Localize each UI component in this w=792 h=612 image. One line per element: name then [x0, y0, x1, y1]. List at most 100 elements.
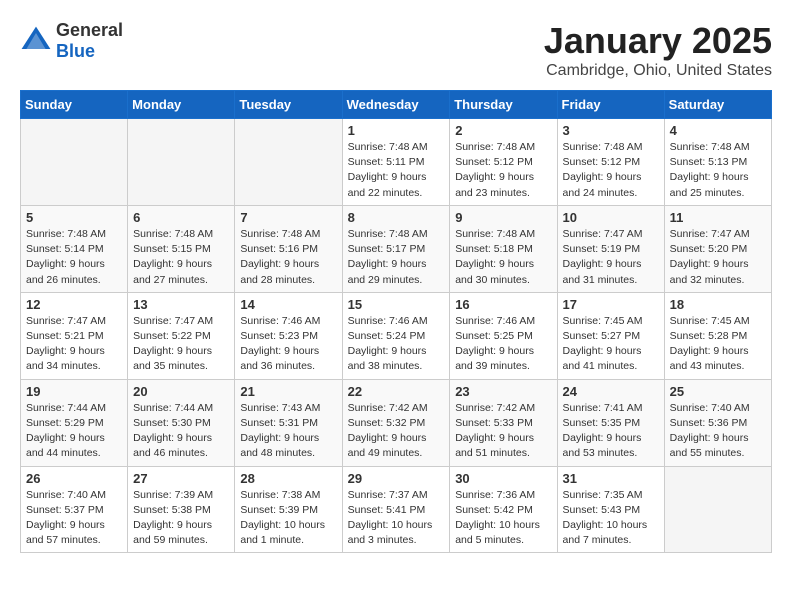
day-number: 22 — [348, 384, 445, 399]
calendar-table: SundayMondayTuesdayWednesdayThursdayFrid… — [20, 90, 772, 553]
day-number: 5 — [26, 210, 122, 225]
calendar-cell: 4 Sunrise: 7:48 AM Sunset: 5:13 PM Daylig… — [664, 119, 771, 206]
page-header: General Blue January 2025 Cambridge, Ohi… — [20, 20, 772, 80]
day-info: Sunrise: 7:48 AM Sunset: 5:16 PM Dayligh… — [240, 227, 336, 288]
day-info: Sunrise: 7:43 AM Sunset: 5:31 PM Dayligh… — [240, 401, 336, 462]
day-number: 30 — [455, 471, 551, 486]
day-info: Sunrise: 7:45 AM Sunset: 5:27 PM Dayligh… — [563, 314, 659, 375]
day-info: Sunrise: 7:47 AM Sunset: 5:21 PM Dayligh… — [26, 314, 122, 375]
logo: General Blue — [20, 20, 123, 62]
calendar-week-row: 5 Sunrise: 7:48 AM Sunset: 5:14 PM Daylig… — [21, 205, 772, 292]
day-number: 14 — [240, 297, 336, 312]
calendar-cell: 10Sunrise: 7:47 AM Sunset: 5:19 PM Dayli… — [557, 205, 664, 292]
day-info: Sunrise: 7:48 AM Sunset: 5:11 PM Dayligh… — [348, 140, 445, 201]
calendar-cell — [664, 466, 771, 553]
calendar-cell: 22 Sunrise: 7:42 AM Sunset: 5:32 PM Dayli… — [342, 379, 450, 466]
day-number: 2 — [455, 123, 551, 138]
day-info: Sunrise: 7:48 AM Sunset: 5:17 PM Dayligh… — [348, 227, 445, 288]
day-number: 10 — [563, 210, 659, 225]
logo-general: General — [56, 20, 123, 40]
day-number: 20 — [133, 384, 229, 399]
calendar-cell: 25Sunrise: 7:40 AM Sunset: 5:36 PM Dayli… — [664, 379, 771, 466]
day-info: Sunrise: 7:41 AM Sunset: 5:35 PM Dayligh… — [563, 401, 659, 462]
calendar-cell: 9Sunrise: 7:48 AM Sunset: 5:18 PM Daylig… — [450, 205, 557, 292]
calendar-cell: 26 Sunrise: 7:40 AM Sunset: 5:37 PM Dayli… — [21, 466, 128, 553]
location-title: Cambridge, Ohio, United States — [544, 62, 772, 80]
day-number: 27 — [133, 471, 229, 486]
day-info: Sunrise: 7:48 AM Sunset: 5:15 PM Dayligh… — [133, 227, 229, 288]
day-info: Sunrise: 7:46 AM Sunset: 5:24 PM Dayligh… — [348, 314, 445, 375]
calendar-week-row: 19 Sunrise: 7:44 AM Sunset: 5:29 PM Dayli… — [21, 379, 772, 466]
month-title: January 2025 — [544, 20, 772, 62]
day-number: 12 — [26, 297, 122, 312]
day-info: Sunrise: 7:47 AM Sunset: 5:22 PM Dayligh… — [133, 314, 229, 375]
calendar-cell: 21 Sunrise: 7:43 AM Sunset: 5:31 PM Dayli… — [235, 379, 342, 466]
day-number: 16 — [455, 297, 551, 312]
day-info: Sunrise: 7:46 AM Sunset: 5:23 PM Dayligh… — [240, 314, 336, 375]
calendar-cell — [21, 119, 128, 206]
calendar-cell: 13 Sunrise: 7:47 AM Sunset: 5:22 PM Dayli… — [128, 292, 235, 379]
day-info: Sunrise: 7:48 AM Sunset: 5:14 PM Dayligh… — [26, 227, 122, 288]
day-header-monday: Monday — [128, 91, 235, 119]
calendar-cell: 28 Sunrise: 7:38 AM Sunset: 5:39 PM Dayli… — [235, 466, 342, 553]
calendar-cell: 14 Sunrise: 7:46 AM Sunset: 5:23 PM Dayli… — [235, 292, 342, 379]
calendar-cell: 3 Sunrise: 7:48 AM Sunset: 5:12 PM Daylig… — [557, 119, 664, 206]
day-info: Sunrise: 7:37 AM Sunset: 5:41 PM Dayligh… — [348, 488, 445, 549]
day-info: Sunrise: 7:48 AM Sunset: 5:12 PM Dayligh… — [455, 140, 551, 201]
day-number: 31 — [563, 471, 659, 486]
day-number: 6 — [133, 210, 229, 225]
day-info: Sunrise: 7:35 AM Sunset: 5:43 PM Dayligh… — [563, 488, 659, 549]
day-number: 9 — [455, 210, 551, 225]
day-info: Sunrise: 7:40 AM Sunset: 5:36 PM Dayligh… — [670, 401, 766, 462]
day-number: 24 — [563, 384, 659, 399]
day-info: Sunrise: 7:45 AM Sunset: 5:28 PM Dayligh… — [670, 314, 766, 375]
day-number: 3 — [563, 123, 659, 138]
day-number: 7 — [240, 210, 336, 225]
calendar-cell: 31 Sunrise: 7:35 AM Sunset: 5:43 PM Dayli… — [557, 466, 664, 553]
day-number: 18 — [670, 297, 766, 312]
day-number: 19 — [26, 384, 122, 399]
day-header-sunday: Sunday — [21, 91, 128, 119]
calendar-cell: 2 Sunrise: 7:48 AM Sunset: 5:12 PM Daylig… — [450, 119, 557, 206]
day-info: Sunrise: 7:44 AM Sunset: 5:30 PM Dayligh… — [133, 401, 229, 462]
day-info: Sunrise: 7:38 AM Sunset: 5:39 PM Dayligh… — [240, 488, 336, 549]
day-info: Sunrise: 7:46 AM Sunset: 5:25 PM Dayligh… — [455, 314, 551, 375]
day-info: Sunrise: 7:48 AM Sunset: 5:12 PM Dayligh… — [563, 140, 659, 201]
day-number: 26 — [26, 471, 122, 486]
day-number: 17 — [563, 297, 659, 312]
day-info: Sunrise: 7:44 AM Sunset: 5:29 PM Dayligh… — [26, 401, 122, 462]
calendar-cell: 8 Sunrise: 7:48 AM Sunset: 5:17 PM Daylig… — [342, 205, 450, 292]
day-number: 15 — [348, 297, 445, 312]
calendar-cell: 18 Sunrise: 7:45 AM Sunset: 5:28 PM Dayli… — [664, 292, 771, 379]
day-info: Sunrise: 7:40 AM Sunset: 5:37 PM Dayligh… — [26, 488, 122, 549]
day-number: 8 — [348, 210, 445, 225]
calendar-cell — [128, 119, 235, 206]
calendar-cell: 11 Sunrise: 7:47 AM Sunset: 5:20 PM Dayli… — [664, 205, 771, 292]
day-info: Sunrise: 7:47 AM Sunset: 5:20 PM Dayligh… — [670, 227, 766, 288]
calendar-cell: 30 Sunrise: 7:36 AM Sunset: 5:42 PM Dayli… — [450, 466, 557, 553]
calendar-cell: 23Sunrise: 7:42 AM Sunset: 5:33 PM Dayli… — [450, 379, 557, 466]
day-number: 11 — [670, 210, 766, 225]
day-number: 13 — [133, 297, 229, 312]
logo-blue: Blue — [56, 41, 95, 61]
day-number: 29 — [348, 471, 445, 486]
day-header-saturday: Saturday — [664, 91, 771, 119]
day-info: Sunrise: 7:36 AM Sunset: 5:42 PM Dayligh… — [455, 488, 551, 549]
day-number: 28 — [240, 471, 336, 486]
logo-icon — [20, 25, 52, 57]
calendar-cell: 7 Sunrise: 7:48 AM Sunset: 5:16 PM Daylig… — [235, 205, 342, 292]
calendar-cell: 19 Sunrise: 7:44 AM Sunset: 5:29 PM Dayli… — [21, 379, 128, 466]
calendar-cell: 15 Sunrise: 7:46 AM Sunset: 5:24 PM Dayli… — [342, 292, 450, 379]
day-number: 21 — [240, 384, 336, 399]
day-info: Sunrise: 7:42 AM Sunset: 5:32 PM Dayligh… — [348, 401, 445, 462]
calendar-cell: 27 Sunrise: 7:39 AM Sunset: 5:38 PM Dayli… — [128, 466, 235, 553]
day-number: 4 — [670, 123, 766, 138]
day-info: Sunrise: 7:39 AM Sunset: 5:38 PM Dayligh… — [133, 488, 229, 549]
day-info: Sunrise: 7:48 AM Sunset: 5:13 PM Dayligh… — [670, 140, 766, 201]
day-header-friday: Friday — [557, 91, 664, 119]
title-area: January 2025 Cambridge, Ohio, United Sta… — [544, 20, 772, 80]
day-number: 1 — [348, 123, 445, 138]
calendar-cell: 17 Sunrise: 7:45 AM Sunset: 5:27 PM Dayli… — [557, 292, 664, 379]
calendar-week-row: 26 Sunrise: 7:40 AM Sunset: 5:37 PM Dayli… — [21, 466, 772, 553]
calendar-cell: 24 Sunrise: 7:41 AM Sunset: 5:35 PM Dayli… — [557, 379, 664, 466]
